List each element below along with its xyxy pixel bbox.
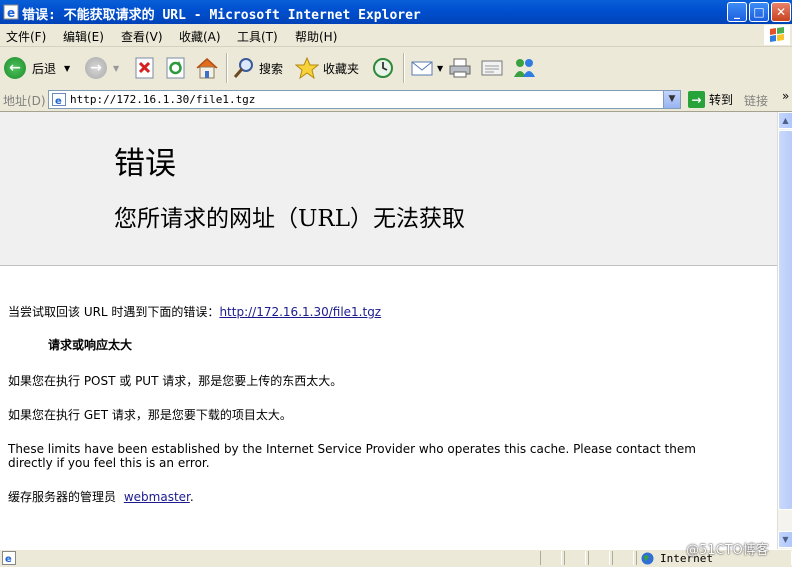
- close-button[interactable]: ✕: [771, 2, 791, 22]
- toolbar-separator: [226, 53, 228, 83]
- address-dropdown-icon[interactable]: ▼: [663, 91, 680, 108]
- menu-bar: 文件(F) 编辑(E) 查看(V) 收藏(A) 工具(T) 帮助(H): [0, 24, 792, 47]
- page-subtitle: 您所请求的网址（URL）无法获取: [114, 206, 465, 232]
- address-bar: 地址(D) e http://172.16.1.30/file1.tgz ▼ →…: [0, 89, 792, 112]
- back-dropdown-icon[interactable]: ▼: [64, 64, 70, 73]
- favorites-star-icon: [295, 57, 319, 79]
- internet-globe-icon: [641, 552, 654, 565]
- favorites-label: 收藏夹: [323, 61, 360, 76]
- printer-icon: [449, 58, 471, 78]
- status-page-icon: e: [2, 551, 16, 565]
- history-button[interactable]: [371, 55, 395, 81]
- refresh-icon: [166, 57, 185, 79]
- mail-icon: [411, 61, 433, 76]
- requested-url-link[interactable]: http://172.16.1.30/file1.tgz: [219, 305, 381, 319]
- edit-document-icon: [481, 60, 503, 76]
- page-content: 错误 您所请求的网址（URL）无法获取 当尝试取回该 URL 时遇到下面的错误：…: [0, 112, 777, 549]
- address-input[interactable]: e http://172.16.1.30/file1.tgz ▼: [48, 90, 681, 109]
- go-arrow-icon: →: [688, 91, 705, 108]
- svg-text:e: e: [7, 6, 15, 20]
- admin-prefix: 缓存服务器的管理员: [8, 490, 117, 504]
- history-icon: [373, 58, 393, 78]
- go-label: 转到: [709, 93, 734, 107]
- mail-button[interactable]: ▼: [410, 55, 443, 81]
- vertical-scrollbar[interactable]: ▲ ▼: [777, 112, 792, 549]
- stop-button[interactable]: [134, 55, 156, 81]
- title-bar: e 错误: 不能获取请求的 URL - Microsoft Internet E…: [0, 0, 792, 24]
- limits-line-2: directly if you feel this is an error.: [8, 456, 210, 470]
- windows-logo-icon: [764, 25, 790, 45]
- watermark-text: @51CTO博客: [686, 543, 769, 558]
- limits-line-1: These limits have been established by th…: [8, 442, 696, 456]
- menu-tools[interactable]: 工具(T): [237, 28, 278, 45]
- go-button[interactable]: → 转到: [688, 91, 733, 108]
- post-put-message: 如果您在执行 POST 或 PUT 请求，那是您要上传的东西太大。: [8, 374, 343, 388]
- address-label: 地址(D): [3, 94, 46, 108]
- status-cell: [564, 551, 586, 565]
- search-label: 搜索: [259, 61, 284, 76]
- menu-edit[interactable]: 编辑(E): [63, 28, 104, 45]
- refresh-button[interactable]: [165, 55, 187, 81]
- toolbar: ← 后退 ▼ → ▼ 搜索 收藏夹 ▼: [0, 47, 792, 90]
- minimize-button[interactable]: _: [727, 2, 747, 22]
- get-message: 如果您在执行 GET 请求，那是您要下载的项目太大。: [8, 408, 292, 422]
- status-bar: e Internet: [0, 549, 792, 567]
- status-cell: [612, 551, 634, 565]
- menu-file[interactable]: 文件(F): [6, 28, 46, 45]
- menu-help[interactable]: 帮助(H): [295, 28, 337, 45]
- forward-button[interactable]: → ▼: [85, 55, 119, 81]
- page-icon: e: [52, 93, 66, 106]
- window-title: 错误: 不能获取请求的 URL - Microsoft Internet Exp…: [22, 8, 421, 23]
- print-button[interactable]: [448, 55, 472, 81]
- menu-view[interactable]: 查看(V): [121, 28, 163, 45]
- edit-button[interactable]: [480, 55, 504, 81]
- links-label[interactable]: 链接: [744, 92, 768, 109]
- scroll-up-icon[interactable]: ▲: [778, 112, 792, 129]
- forward-dropdown-icon[interactable]: ▼: [113, 64, 119, 73]
- status-cell: [540, 551, 562, 565]
- search-icon: [233, 58, 253, 78]
- admin-suffix: .: [189, 490, 194, 504]
- search-button[interactable]: 搜索: [233, 55, 283, 81]
- scroll-thumb[interactable]: [778, 130, 792, 510]
- maximize-button[interactable]: □: [749, 2, 769, 22]
- favorites-button[interactable]: 收藏夹: [295, 55, 359, 81]
- admin-message: 缓存服务器的管理员 webmaster.: [8, 488, 194, 505]
- back-arrow-icon: ←: [4, 57, 26, 79]
- status-cell: [588, 551, 610, 565]
- messenger-button[interactable]: [512, 55, 538, 81]
- address-url: http://172.16.1.30/file1.tgz: [70, 93, 256, 106]
- attempt-message: 当尝试取回该 URL 时遇到下面的错误：http://172.16.1.30/f…: [8, 303, 381, 320]
- home-button[interactable]: [195, 55, 219, 81]
- back-label: 后退: [32, 61, 57, 76]
- forward-arrow-icon: →: [85, 57, 107, 79]
- svg-text:e: e: [55, 96, 62, 106]
- back-button[interactable]: ← 后退 ▼: [4, 55, 70, 81]
- mail-dropdown-icon[interactable]: ▼: [437, 64, 443, 73]
- error-reason: 请求或响应太大: [48, 338, 133, 352]
- ie-page-icon: e: [3, 4, 19, 20]
- messenger-icon: [514, 59, 535, 77]
- page-title: 错误: [114, 146, 176, 182]
- error-header: 错误 您所请求的网址（URL）无法获取: [0, 112, 777, 266]
- toolbar-separator: [403, 53, 405, 83]
- attempt-prefix: 当尝试取回该 URL 时遇到下面的错误：: [8, 305, 220, 319]
- scroll-down-icon[interactable]: ▼: [778, 531, 792, 548]
- webmaster-link[interactable]: webmaster: [124, 490, 190, 504]
- menu-favorites[interactable]: 收藏(A): [179, 28, 221, 45]
- home-icon: [196, 57, 218, 79]
- links-more-icon[interactable]: »: [782, 89, 789, 103]
- svg-text:e: e: [5, 554, 12, 565]
- stop-icon: [135, 57, 154, 79]
